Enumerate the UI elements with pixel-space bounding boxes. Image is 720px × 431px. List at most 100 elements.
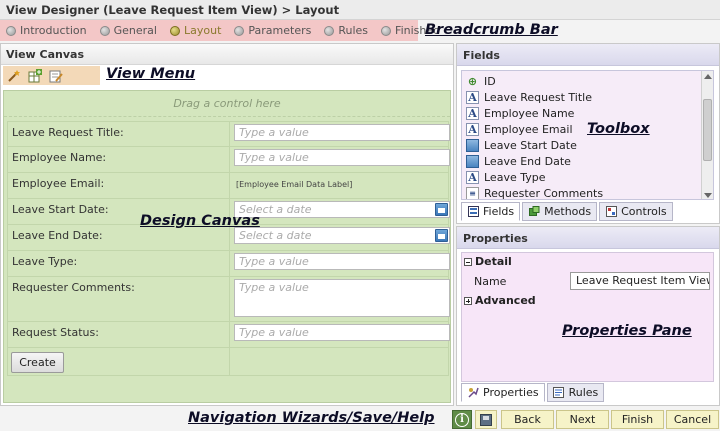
tab-methods[interactable]: Methods bbox=[522, 202, 598, 221]
breadcrumb-rules[interactable]: Rules bbox=[324, 24, 368, 37]
advanced-section[interactable]: Advanced bbox=[462, 292, 713, 309]
toolbox-item-requester-comments[interactable]: ≡ Requester Comments bbox=[462, 185, 713, 199]
methods-tab-icon bbox=[528, 206, 540, 218]
fields-tab-icon bbox=[467, 206, 479, 218]
step-dot-icon bbox=[99, 25, 110, 36]
field-label: Employee Name: bbox=[8, 147, 230, 172]
step-dot-icon bbox=[381, 25, 392, 36]
scroll-down-icon[interactable] bbox=[704, 193, 712, 198]
finish-button[interactable]: Finish bbox=[611, 410, 664, 429]
properties-pane: Detail Name Leave Request Item View Adva… bbox=[461, 252, 714, 382]
toolbox-item-id[interactable]: ⊕ ID bbox=[462, 73, 713, 89]
breadcrumb-layout[interactable]: Layout bbox=[169, 24, 221, 37]
breadcrumb-general[interactable]: General bbox=[99, 24, 157, 37]
field-label: Employee Email: bbox=[8, 173, 230, 198]
tab-rules[interactable]: Rules bbox=[546, 383, 605, 402]
employee-email-data-label[interactable]: [Employee Email Data Label] bbox=[234, 175, 447, 194]
step-dot-icon bbox=[169, 25, 180, 36]
save-icon[interactable] bbox=[475, 410, 497, 429]
table-row: Create bbox=[7, 348, 449, 376]
fields-header: Fields bbox=[457, 44, 719, 66]
callout-design-canvas: Design Canvas bbox=[140, 213, 260, 229]
callout-toolbox: Toolbox bbox=[587, 121, 650, 137]
add-table-icon[interactable] bbox=[27, 68, 42, 83]
properties-tab-icon bbox=[467, 387, 479, 399]
text-field-icon: A bbox=[466, 106, 479, 120]
rules-tab-icon bbox=[553, 387, 565, 399]
calendar-icon[interactable] bbox=[435, 229, 448, 242]
back-button[interactable]: Back bbox=[501, 410, 554, 429]
date-placeholder: Select a date bbox=[239, 229, 312, 242]
table-row: Leave Type: Type a value bbox=[7, 251, 450, 277]
tab-fields[interactable]: Fields bbox=[461, 202, 521, 221]
help-icon[interactable]: i bbox=[452, 410, 472, 429]
callout-navigation: Navigation Wizards/Save/Help bbox=[188, 410, 435, 426]
leave-request-title-input[interactable]: Type a value bbox=[234, 124, 450, 141]
detail-section[interactable]: Detail bbox=[462, 253, 713, 270]
date-field-icon bbox=[466, 138, 479, 152]
wand-icon[interactable] bbox=[6, 68, 21, 83]
callout-properties-pane: Properties Pane bbox=[562, 323, 692, 339]
properties-panel: Properties Detail Name Leave Request Ite… bbox=[456, 226, 720, 406]
breadcrumb-introduction[interactable]: Introduction bbox=[6, 24, 87, 37]
edit-form-icon[interactable] bbox=[48, 68, 63, 83]
button-cell: Create bbox=[8, 348, 230, 375]
employee-name-input[interactable]: Type a value bbox=[234, 149, 450, 166]
toolbox-item-leave-start-date[interactable]: Leave Start Date bbox=[462, 137, 713, 153]
name-property-row: Name Leave Request Item View bbox=[462, 270, 713, 292]
table-row: Request Status: Type a value bbox=[7, 322, 450, 348]
leave-end-date-picker[interactable]: Select a date bbox=[234, 227, 450, 244]
drag-hint: Drag a control here bbox=[4, 91, 450, 117]
callout-breadcrumb-bar: Breadcrumb Bar bbox=[425, 22, 558, 38]
field-label: Requester Comments: bbox=[8, 277, 230, 321]
design-canvas[interactable]: Drag a control here Leave Request Title:… bbox=[3, 90, 451, 403]
step-dot-icon bbox=[6, 25, 16, 36]
next-button[interactable]: Next bbox=[556, 410, 609, 429]
breadcrumb: Introduction General Layout Parameters R… bbox=[0, 20, 440, 41]
step-dot-icon bbox=[234, 25, 245, 36]
scroll-thumb[interactable] bbox=[703, 99, 712, 161]
text-field-icon: A bbox=[466, 122, 479, 136]
tab-properties[interactable]: Properties bbox=[461, 383, 545, 402]
text-field-icon: A bbox=[466, 90, 479, 104]
table-row: Requester Comments: Type a value bbox=[7, 277, 450, 322]
toolbox-tabs: Fields Methods Controls bbox=[461, 202, 673, 222]
table-row: Employee Email: [Employee Email Data Lab… bbox=[7, 173, 449, 199]
toolbox-item-leave-request-title[interactable]: A Leave Request Title bbox=[462, 89, 713, 105]
toolbox-item-employee-name[interactable]: A Employee Name bbox=[462, 105, 713, 121]
leave-type-input[interactable]: Type a value bbox=[234, 253, 450, 270]
create-button[interactable]: Create bbox=[11, 352, 64, 373]
request-status-input[interactable]: Type a value bbox=[234, 324, 450, 341]
field-label: Request Status: bbox=[8, 322, 230, 347]
table-row: Leave Request Title: Type a value bbox=[7, 121, 450, 147]
toolbox-item-leave-end-date[interactable]: Leave End Date bbox=[462, 153, 713, 169]
scroll-up-icon[interactable] bbox=[704, 74, 712, 79]
tab-controls[interactable]: Controls bbox=[599, 202, 673, 221]
callout-view-menu: View Menu bbox=[106, 66, 196, 82]
id-field-icon: ⊕ bbox=[467, 74, 478, 88]
memo-field-icon: ≡ bbox=[466, 186, 479, 199]
toolbox-scrollbar[interactable] bbox=[701, 71, 713, 199]
collapse-icon[interactable] bbox=[464, 257, 472, 266]
window-title: View Designer (Leave Request Item View) … bbox=[0, 0, 720, 20]
table-row: Employee Name: Type a value bbox=[7, 147, 450, 173]
breadcrumb-parameters[interactable]: Parameters bbox=[234, 24, 311, 37]
leave-start-date-picker[interactable]: Select a date bbox=[234, 201, 450, 218]
expand-icon[interactable] bbox=[464, 296, 472, 305]
field-label: Leave Type: bbox=[8, 251, 230, 276]
properties-header: Properties bbox=[457, 227, 719, 249]
toolbox-item-leave-type[interactable]: A Leave Type bbox=[462, 169, 713, 185]
view-menu bbox=[3, 66, 100, 85]
name-property-label: Name bbox=[474, 274, 507, 288]
name-property-input[interactable]: Leave Request Item View bbox=[570, 272, 710, 290]
calendar-icon[interactable] bbox=[435, 203, 448, 216]
field-label: Leave Request Title: bbox=[8, 122, 230, 146]
view-canvas-header: View Canvas bbox=[1, 44, 453, 65]
date-field-icon bbox=[466, 154, 479, 168]
step-dot-icon bbox=[324, 25, 335, 36]
navigation-bar: Navigation Wizards/Save/Help i Back Next… bbox=[0, 408, 720, 431]
cancel-button[interactable]: Cancel bbox=[666, 410, 719, 429]
requester-comments-textarea[interactable]: Type a value bbox=[234, 279, 450, 317]
controls-tab-icon bbox=[605, 206, 617, 218]
empty-cell bbox=[231, 348, 450, 375]
